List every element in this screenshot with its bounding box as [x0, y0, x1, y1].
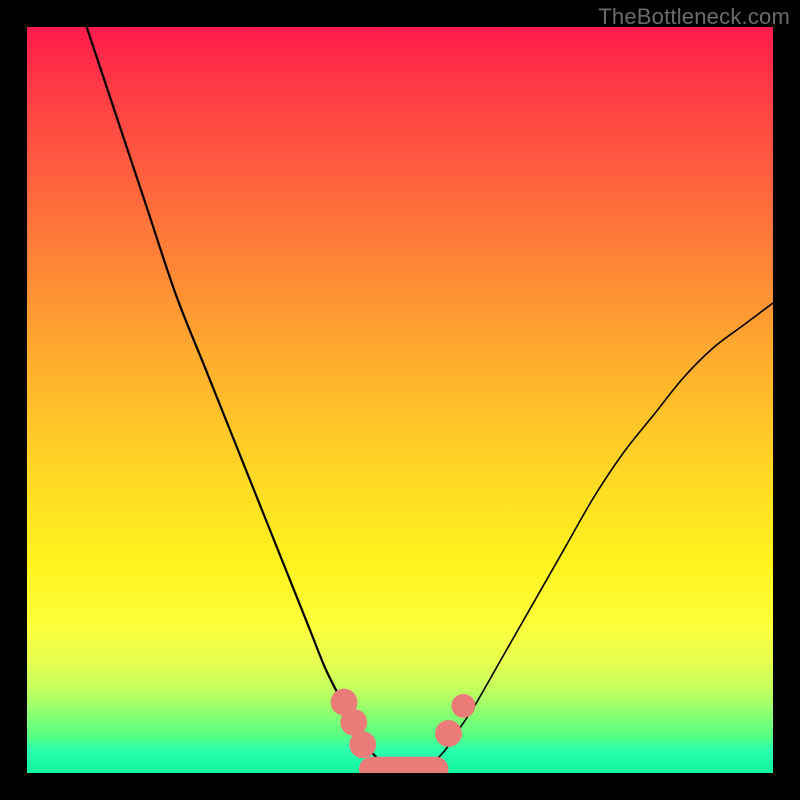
curve-right-branch [430, 303, 773, 766]
marker-dot [349, 731, 376, 758]
curve-left-branch [87, 27, 385, 766]
data-markers [331, 689, 476, 773]
plot-area [27, 27, 773, 773]
marker-dot [451, 694, 475, 718]
watermark-text: TheBottleneck.com [598, 4, 790, 30]
plot-svg [27, 27, 773, 773]
marker-capsule [359, 757, 449, 773]
chart-frame: TheBottleneck.com [0, 0, 800, 800]
marker-dot [435, 720, 462, 747]
